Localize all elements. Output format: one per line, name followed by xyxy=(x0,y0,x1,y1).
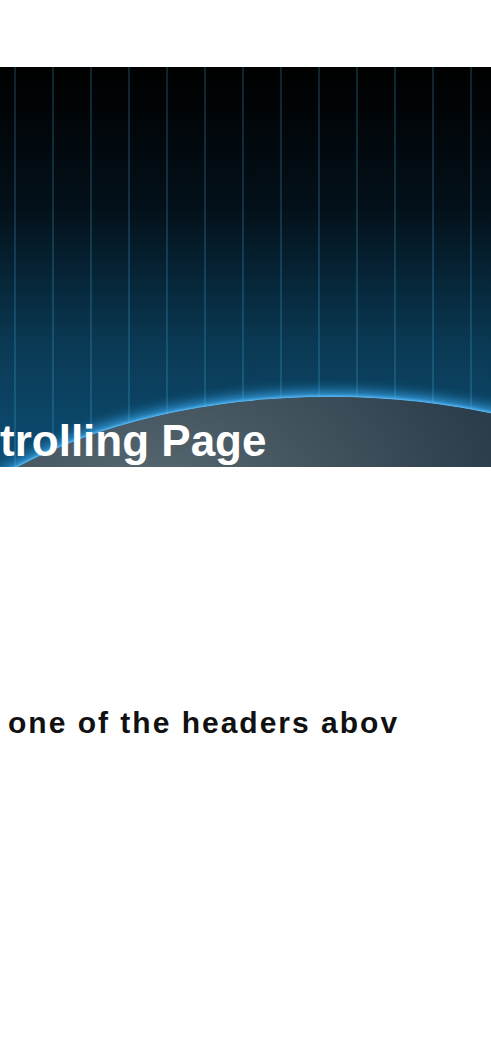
banner-image: trolling Page xyxy=(0,67,491,467)
page: trolling Page one of the headers abov xyxy=(0,0,491,1049)
banner-title: trolling Page xyxy=(0,417,491,465)
message-text: one of the headers abov xyxy=(8,705,491,741)
